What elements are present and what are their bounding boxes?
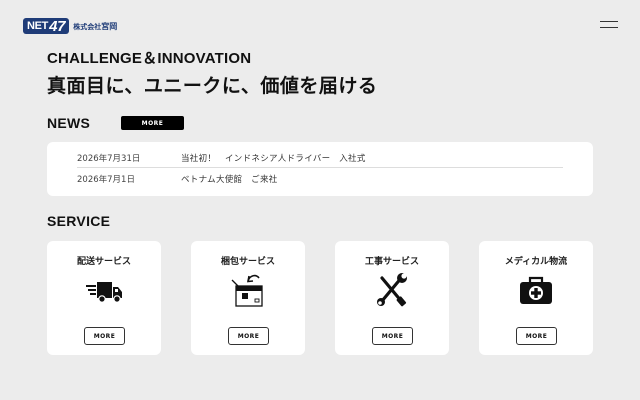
- hero-tagline: CHALLENGE＆INNOVATION: [47, 50, 252, 67]
- service-label: メディカル物流: [504, 257, 568, 267]
- service-label: 梱包サービス: [220, 257, 275, 267]
- delivery-truck-icon: [86, 282, 122, 303]
- menu-icon-bar-bottom: [600, 27, 618, 28]
- logo-sub-small: 株式会社: [73, 22, 102, 31]
- hero-headline: 真面目に、ユニークに、価値を届ける: [47, 75, 378, 97]
- logo-company-name: 株式会社宮岡: [73, 21, 117, 32]
- service-card-delivery[interactable]: 配送サービス MORE: [47, 241, 161, 355]
- service-more-button[interactable]: MORE: [372, 327, 413, 345]
- logo-badge: NET 47: [23, 17, 70, 35]
- logo-badge-right: 47: [49, 17, 66, 35]
- news-list: 2026年7月31日 当社初！ インドネシア人ドライバー 入社式 2026年7月…: [47, 142, 593, 196]
- menu-icon[interactable]: [600, 21, 618, 30]
- news-item[interactable]: 2026年7月1日 ベトナム大使館 ご来社: [77, 169, 563, 188]
- service-card-construction[interactable]: 工事サービス MORE: [335, 241, 449, 355]
- package-box-icon: [231, 274, 263, 307]
- service-more-button[interactable]: MORE: [516, 327, 557, 345]
- service-card-medical[interactable]: メディカル物流 MORE: [479, 241, 593, 355]
- news-date: 2026年7月31日: [77, 154, 141, 164]
- logo-sub-big: 宮岡: [101, 21, 118, 31]
- logo-badge-left: NET: [27, 19, 49, 32]
- service-label: 配送サービス: [76, 257, 131, 267]
- news-more-button[interactable]: MORE: [121, 116, 184, 130]
- news-item[interactable]: 2026年7月31日 当社初！ インドネシア人ドライバー 入社式: [77, 149, 563, 168]
- service-more-button[interactable]: MORE: [84, 327, 125, 345]
- news-headline: 当社初！ インドネシア人ドライバー 入社式: [181, 154, 366, 164]
- service-more-button[interactable]: MORE: [228, 327, 269, 345]
- tools-icon: [377, 273, 407, 307]
- service-card-packing[interactable]: 梱包サービス MORE: [191, 241, 305, 355]
- news-date: 2026年7月1日: [77, 174, 135, 185]
- logo[interactable]: NET 47 株式会社宮岡: [23, 18, 117, 34]
- menu-icon-bar-top: [600, 21, 618, 22]
- news-headline: ベトナム大使館 ご来社: [181, 174, 278, 185]
- service-label: 工事サービス: [364, 257, 419, 267]
- service-section-title: SERVICE: [47, 213, 111, 229]
- medical-kit-icon: [520, 276, 552, 304]
- news-section-title: NEWS: [47, 115, 91, 131]
